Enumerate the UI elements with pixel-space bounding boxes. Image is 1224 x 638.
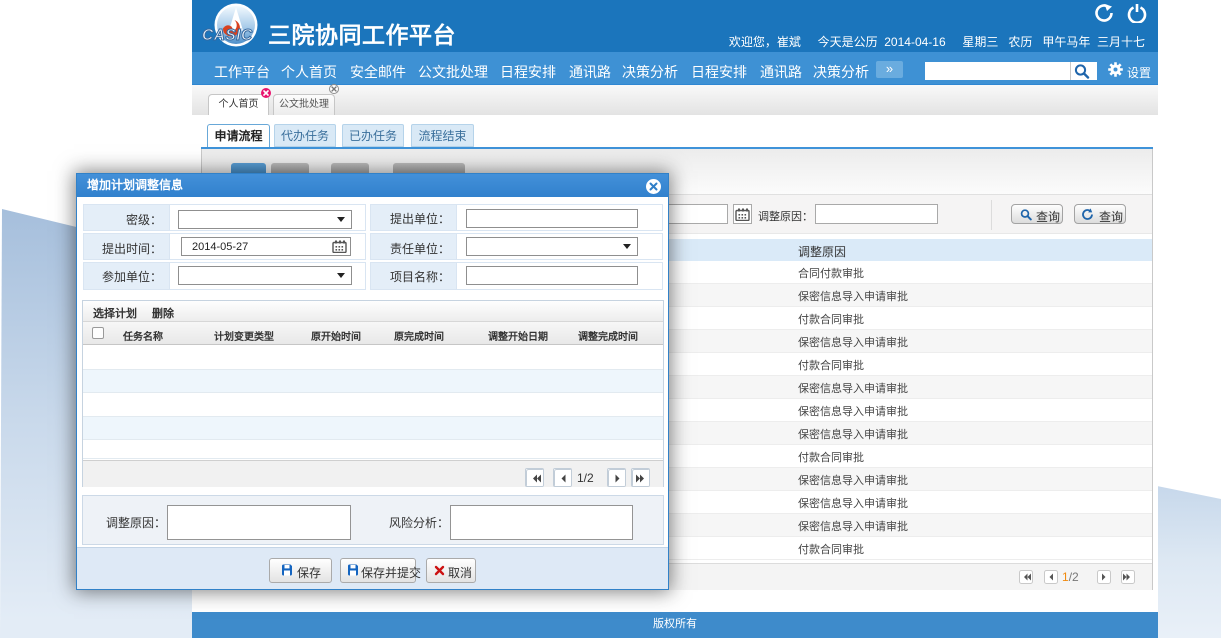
svg-text:CASIC: CASIC bbox=[202, 27, 253, 44]
